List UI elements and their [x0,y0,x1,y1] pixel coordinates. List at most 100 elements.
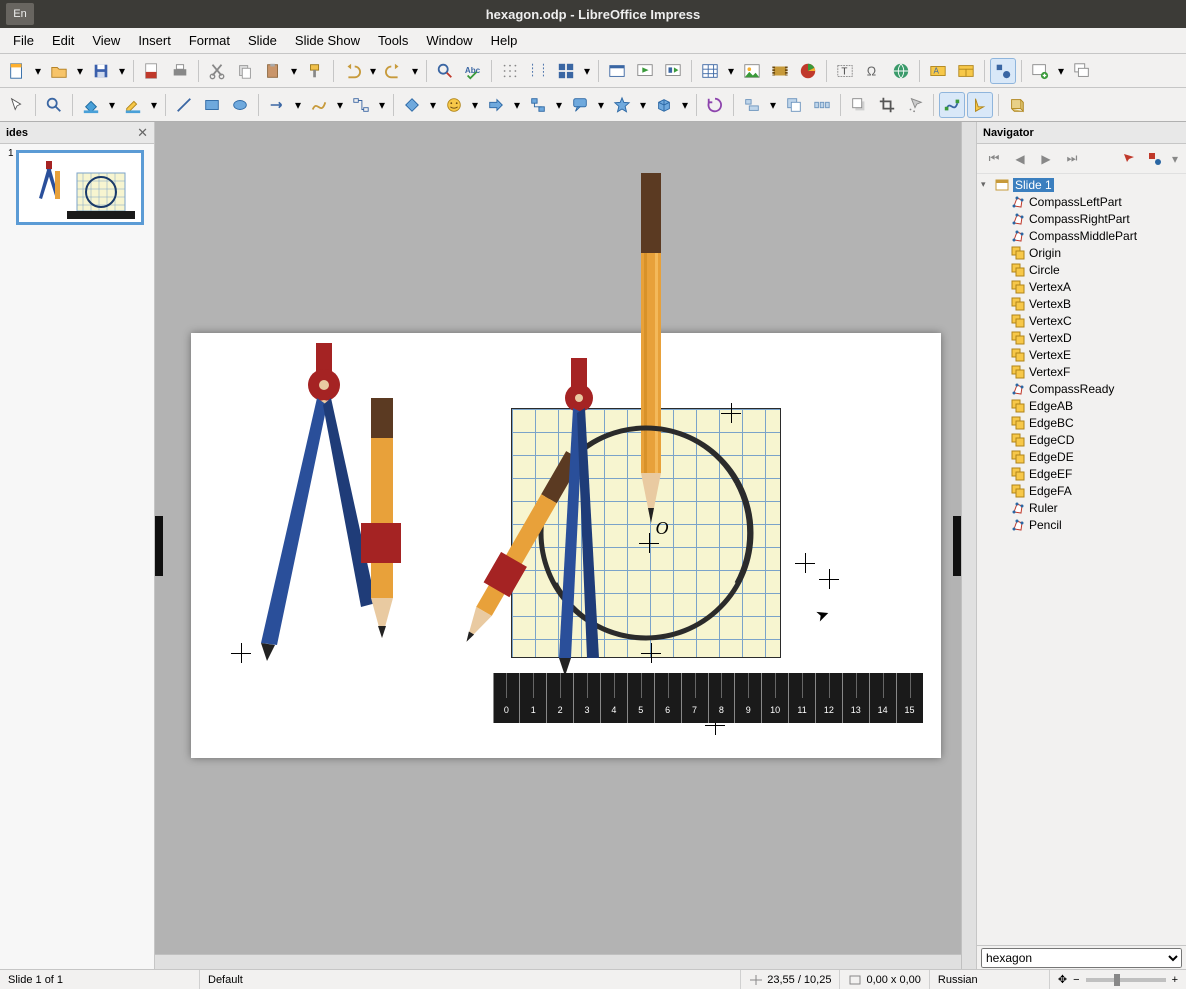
navigator-object-node[interactable]: CompassMiddlePart [981,227,1182,244]
navigator-object-node[interactable]: VertexE [981,346,1182,363]
crosshair-marker[interactable] [795,553,815,573]
snap-guides-button[interactable] [525,58,551,84]
fit-page-icon[interactable]: ✥ [1058,973,1067,986]
new-doc-dropdown[interactable]: ▾ [32,58,44,84]
zoom-out-button[interactable]: − [1073,974,1079,986]
menu-help[interactable]: Help [482,30,527,51]
status-master[interactable]: Default [200,970,741,989]
crosshair-marker[interactable] [641,643,661,663]
shadow-button[interactable] [846,92,872,118]
toggle-point-edit-button[interactable] [939,92,965,118]
navigator-object-node[interactable]: EdgeDE [981,448,1182,465]
rectangle-tool-button[interactable] [199,92,225,118]
redo-dropdown[interactable]: ▾ [409,58,421,84]
insert-fontwork-button[interactable]: A [925,58,951,84]
connector-tool-dropdown[interactable]: ▾ [376,92,388,118]
filter-button[interactable] [902,92,928,118]
menu-file[interactable]: File [4,30,43,51]
navigator-tree[interactable]: ▾ Slide 1 CompassLeftPartCompassRightPar… [977,174,1186,945]
nav-first-slide-button[interactable]: ⏮ [983,148,1005,170]
nav-shapes-button[interactable] [1144,148,1166,170]
paste-button[interactable] [260,58,286,84]
start-from-first-button[interactable] [632,58,658,84]
menu-slide[interactable]: Slide [239,30,286,51]
navigator-object-node[interactable]: EdgeFA [981,482,1182,499]
open-dropdown[interactable]: ▾ [74,58,86,84]
clone-format-button[interactable] [302,58,328,84]
callout-shapes-button[interactable] [567,92,593,118]
navigator-object-node[interactable]: VertexD [981,329,1182,346]
slide-canvas[interactable]: O [191,333,941,758]
block-arrows-button[interactable] [483,92,509,118]
symbol-shapes-button[interactable] [441,92,467,118]
symbol-shapes-dropdown[interactable]: ▾ [469,92,481,118]
insert-table-button[interactable] [697,58,723,84]
connector-tool-button[interactable] [348,92,374,118]
copy-button[interactable] [232,58,258,84]
ruler-shape[interactable]: 0 1 2 3 4 5 6 7 8 9 10 11 12 13 14 15 [493,673,923,723]
line-color-button[interactable] [120,92,146,118]
insert-av-button[interactable] [767,58,793,84]
star-shapes-button[interactable] [609,92,635,118]
save-dropdown[interactable]: ▾ [116,58,128,84]
menu-format[interactable]: Format [180,30,239,51]
navigator-object-node[interactable]: CompassLeftPart [981,193,1182,210]
align-objects-dropdown[interactable]: ▾ [767,92,779,118]
status-language[interactable]: Russian [930,970,1050,989]
zoom-pan-button[interactable] [41,92,67,118]
menu-slideshow[interactable]: Slide Show [286,30,369,51]
navigator-object-node[interactable]: EdgeAB [981,397,1182,414]
navigator-object-node[interactable]: CompassReady [981,380,1182,397]
crosshair-marker[interactable] [819,569,839,589]
grid-toggle-button[interactable] [497,58,523,84]
distribute-button[interactable] [809,92,835,118]
panel-splitter-left[interactable] [155,516,163,576]
new-doc-button[interactable] [4,58,30,84]
3d-objects-button[interactable] [651,92,677,118]
navigator-object-node[interactable]: VertexF [981,363,1182,380]
crosshair-marker[interactable] [721,403,741,423]
slides-panel-close-icon[interactable]: ✕ [137,125,148,141]
select-tool-button[interactable] [4,92,30,118]
navigator-object-node[interactable]: EdgeEF [981,465,1182,482]
crop-button[interactable] [874,92,900,118]
nav-dragmode-button[interactable] [1118,148,1140,170]
line-color-dropdown[interactable]: ▾ [148,92,160,118]
flowchart-shapes-button[interactable] [525,92,551,118]
nav-next-slide-button[interactable]: ▶ [1035,148,1057,170]
slide-thumbnail-1[interactable] [16,150,144,225]
flowchart-shapes-dropdown[interactable]: ▾ [553,92,565,118]
arrow-line-dropdown[interactable]: ▾ [292,92,304,118]
undo-dropdown[interactable]: ▾ [367,58,379,84]
vertical-scrollbar[interactable] [961,122,976,969]
undo-button[interactable] [339,58,365,84]
menu-insert[interactable]: Insert [129,30,180,51]
ellipse-tool-button[interactable] [227,92,253,118]
zoom-slider[interactable] [1086,978,1166,982]
insert-hyperlink-button[interactable] [888,58,914,84]
navigator-document-dropdown[interactable]: hexagon [981,948,1182,968]
find-replace-button[interactable] [432,58,458,84]
fill-color-button[interactable] [78,92,104,118]
keyboard-lang-indicator[interactable]: En [6,3,34,25]
navigator-object-node[interactable]: VertexB [981,295,1182,312]
crosshair-marker[interactable] [231,643,251,663]
rotate-button[interactable] [702,92,728,118]
arrow-line-button[interactable] [264,92,290,118]
nav-prev-slide-button[interactable]: ◀ [1009,148,1031,170]
print-button[interactable] [167,58,193,84]
navigator-object-node[interactable]: VertexA [981,278,1182,295]
navigator-object-node[interactable]: Ruler [981,499,1182,516]
navigator-object-node[interactable]: EdgeBC [981,414,1182,431]
duplicate-slide-button[interactable] [1069,58,1095,84]
line-tool-button[interactable] [171,92,197,118]
compass-right-shape[interactable] [541,358,621,678]
3d-objects-dropdown[interactable]: ▾ [679,92,691,118]
origin-crosshair[interactable] [639,533,659,553]
spellcheck-button[interactable]: Abc [460,58,486,84]
panel-splitter-right[interactable] [953,516,961,576]
cut-button[interactable] [204,58,230,84]
start-from-current-button[interactable] [660,58,686,84]
insert-special-char-button[interactable]: Ω [860,58,886,84]
navigator-object-node[interactable]: VertexC [981,312,1182,329]
